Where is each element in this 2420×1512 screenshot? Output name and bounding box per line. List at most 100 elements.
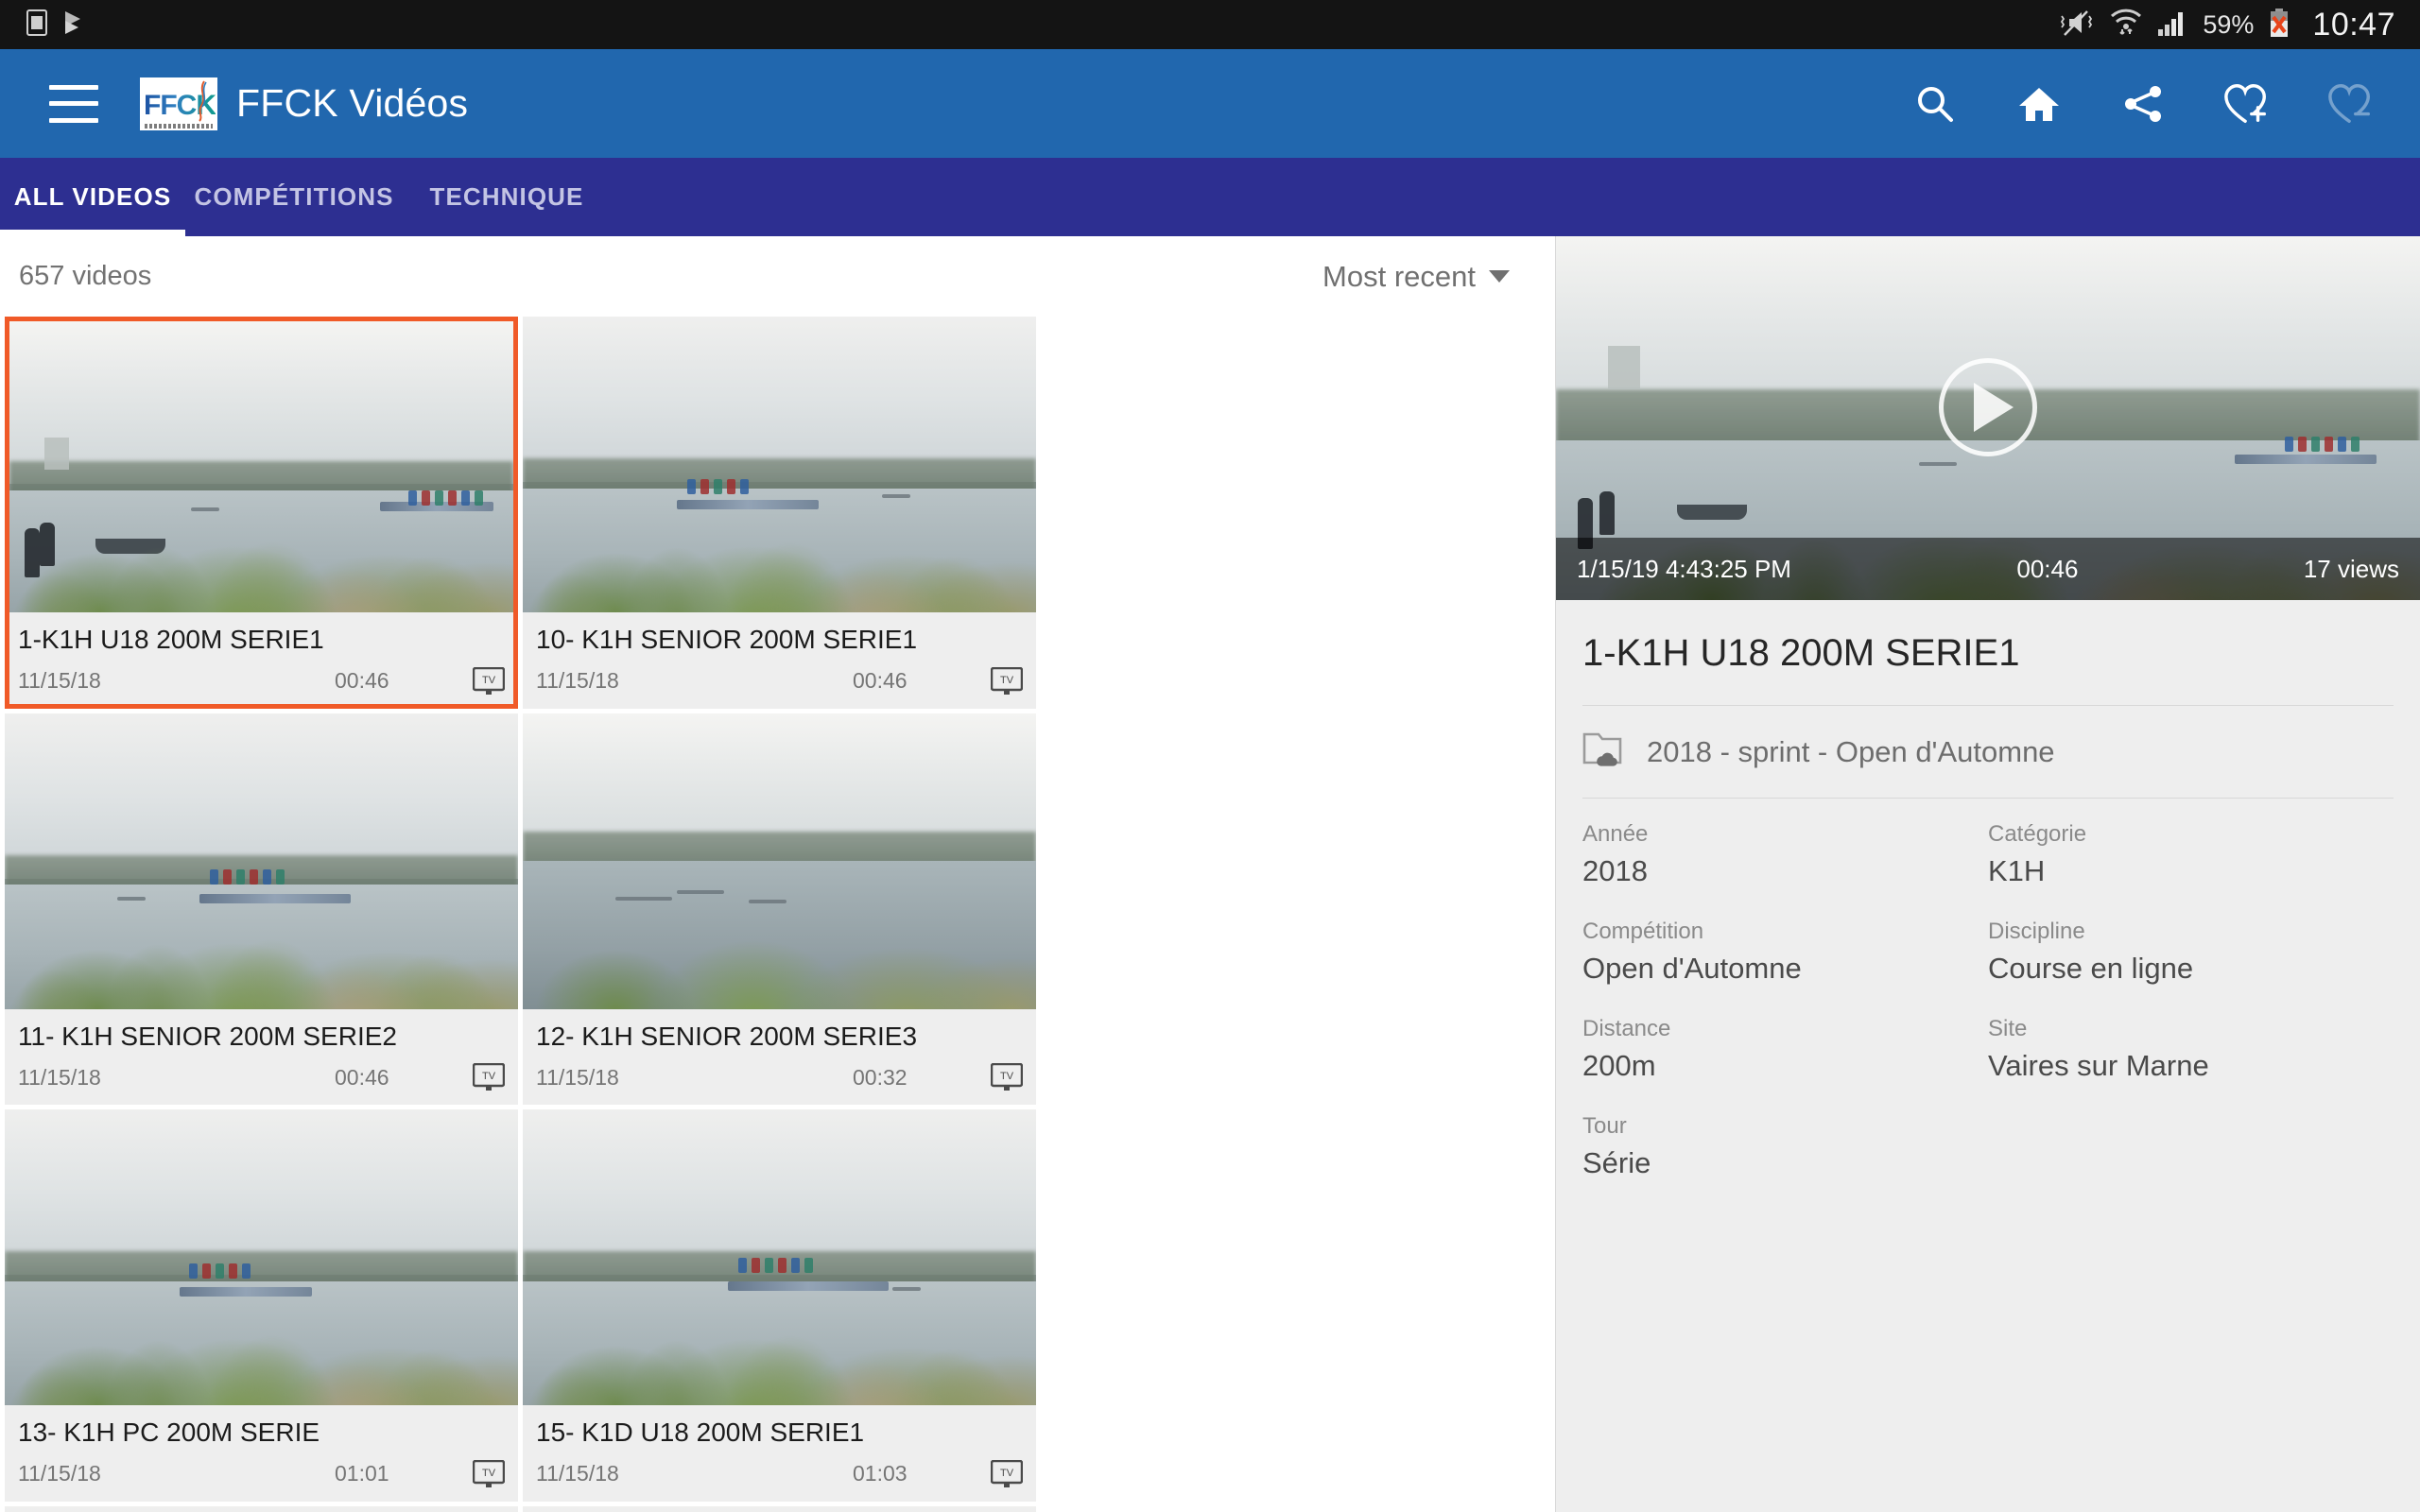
tab-all-videos[interactable]: ALL VIDEOS <box>0 158 185 236</box>
folder-path: 2018 - sprint - Open d'Automne <box>1647 734 2055 768</box>
video-duration: 01:03 <box>853 1461 908 1486</box>
svg-text:TV: TV <box>1000 1071 1014 1082</box>
video-title: 1-K1H U18 200M SERIE1 <box>18 625 324 654</box>
video-card[interactable]: 10- K1H SENIOR 200M SERIE1 11/15/18 00:4… <box>523 317 1036 709</box>
list-header: 657 videos Most recent <box>0 236 1555 317</box>
tv-icon: TV <box>472 666 506 696</box>
metadata-grid: Année 2018 Catégorie K1H Compétition Ope… <box>1556 799 2420 1211</box>
video-thumbnail[interactable] <box>9 321 513 612</box>
video-title: 15- K1D U18 200M SERIE1 <box>536 1418 865 1448</box>
ffck-logo-icon: FFCK <box>140 77 217 130</box>
status-bar-clock: 10:47 <box>2312 6 2395 43</box>
search-icon[interactable] <box>1911 80 1959 128</box>
sort-dropdown[interactable]: Most recent <box>1322 260 1527 294</box>
metadata-key: Discipline <box>1988 919 2085 944</box>
video-duration: 01:01 <box>335 1461 389 1486</box>
player-date: 1/15/19 4:43:25 PM <box>1577 554 1791 583</box>
video-title: 10- K1H SENIOR 200M SERIE1 <box>536 625 918 654</box>
video-thumbnail[interactable] <box>523 1109 1036 1406</box>
heart-minus-icon[interactable] <box>2327 80 2375 128</box>
svg-text:TV: TV <box>482 1468 496 1479</box>
video-title: 13- K1H PC 200M SERIE <box>18 1418 320 1448</box>
metadata-key: Année <box>1582 821 1649 847</box>
player-views: 17 views <box>2303 554 2399 583</box>
battery-percent: 59% <box>2203 9 2255 39</box>
metadata-value: Vaires sur Marne <box>1988 1049 2209 1082</box>
metadata-value: 200m <box>1582 1049 1656 1082</box>
video-thumbnail[interactable] <box>523 317 1036 612</box>
video-card[interactable]: 1-K1H U18 200M SERIE1 11/15/18 00:46 TV <box>5 317 518 709</box>
folder-breadcrumb[interactable]: 2018 - sprint - Open d'Automne <box>1556 706 2420 798</box>
play-button-icon[interactable] <box>1939 357 2037 456</box>
video-card-meta: 15- K1D U18 200M SERIE1 11/15/18 01:03 T… <box>523 1405 1036 1502</box>
video-thumbnail[interactable] <box>5 713 518 1009</box>
chevron-down-icon <box>1489 270 1510 283</box>
svg-text:TV: TV <box>482 1071 496 1082</box>
app-bar-actions <box>1911 80 2384 128</box>
share-icon[interactable] <box>2119 80 2167 128</box>
metadata-item-tour: Tour Série <box>1582 1113 1988 1180</box>
video-date: 11/15/18 <box>18 1064 101 1090</box>
video-duration: 00:46 <box>335 668 389 694</box>
video-date: 11/15/18 <box>18 668 101 694</box>
video-duration: 00:46 <box>853 668 908 694</box>
home-icon[interactable] <box>2015 80 2063 128</box>
video-card[interactable]: 12- K1H SENIOR 200M SERIE3 11/15/18 00:3… <box>523 713 1036 1106</box>
tv-icon: TV <box>472 1062 506 1091</box>
video-thumbnail[interactable] <box>523 713 1036 1009</box>
detail-title: 1-K1H U18 200M SERIE1 <box>1556 600 2420 705</box>
video-card[interactable]: 13- K1H PC 200M SERIE 11/15/18 01:01 TV <box>5 1109 518 1502</box>
status-bar-notifications <box>25 9 83 41</box>
metadata-key: Compétition <box>1582 919 1704 944</box>
metadata-item-site: Site Vaires sur Marne <box>1988 1016 2394 1083</box>
video-card[interactable]: 17- K1D U18 200M SERIE2 11/15/18 01:01 T… <box>5 1505 518 1512</box>
heart-plus-icon[interactable] <box>2223 80 2271 128</box>
battery-error-icon <box>2269 8 2290 43</box>
video-card[interactable]: 11- K1H SENIOR 200M SERIE2 11/15/18 00:4… <box>5 713 518 1106</box>
page-title: FFCK Vidéos <box>236 81 469 125</box>
tab-technique[interactable]: TECHNIQUE <box>403 158 611 236</box>
player-duration: 00:46 <box>2016 554 2079 583</box>
video-card[interactable]: 19- K1D U18 200M SERIE 5 11/15/18 00:58 … <box>523 1505 1036 1512</box>
tv-icon: TV <box>990 666 1024 696</box>
video-duration: 00:32 <box>853 1064 908 1090</box>
logo-swoosh-icon <box>199 79 207 122</box>
metadata-value: Série <box>1582 1146 1651 1179</box>
metadata-value: Course en ligne <box>1988 952 2194 985</box>
metadata-item-categorie: Catégorie K1H <box>1988 821 2394 888</box>
video-card-meta: 12- K1H SENIOR 200M SERIE3 11/15/18 00:3… <box>523 1008 1036 1106</box>
svg-text:TV: TV <box>1000 675 1014 686</box>
svg-text:TV: TV <box>1000 1468 1014 1479</box>
video-card-meta: 1-K1H U18 200M SERIE1 11/15/18 00:46 TV <box>5 612 518 709</box>
video-date: 11/15/18 <box>536 1064 619 1090</box>
metadata-key: Catégorie <box>1988 821 2087 847</box>
video-thumbnail[interactable] <box>5 1505 518 1512</box>
tv-icon: TV <box>472 1459 506 1488</box>
tab-competitions[interactable]: COMPÉTITIONS <box>185 158 403 236</box>
metadata-item-distance: Distance 200m <box>1582 1016 1988 1083</box>
svg-text:TV: TV <box>482 675 496 686</box>
metadata-item-competition: Compétition Open d'Automne <box>1582 919 1988 986</box>
video-grid: 1-K1H U18 200M SERIE1 11/15/18 00:46 TV <box>0 317 1555 1512</box>
video-title: 11- K1H SENIOR 200M SERIE2 <box>18 1021 397 1051</box>
metadata-value: 2018 <box>1582 854 1648 887</box>
metadata-value: Open d'Automne <box>1582 952 1802 985</box>
video-card-meta: 10- K1H SENIOR 200M SERIE1 11/15/18 00:4… <box>523 612 1036 709</box>
video-card[interactable]: 15- K1D U18 200M SERIE1 11/15/18 01:03 T… <box>523 1109 1036 1502</box>
video-date: 11/15/18 <box>18 1461 101 1486</box>
brand: FFCK FFCK Vidéos <box>140 77 468 130</box>
tv-icon: TV <box>990 1062 1024 1091</box>
video-card-meta: 13- K1H PC 200M SERIE 11/15/18 01:01 TV <box>5 1405 518 1502</box>
logo-subtitle <box>145 123 213 129</box>
metadata-key: Site <box>1988 1016 2028 1041</box>
vibrate-mute-icon <box>2057 9 2095 42</box>
video-player[interactable]: 1/15/19 4:43:25 PM 00:46 17 views <box>1556 236 2420 600</box>
screenshot-icon <box>25 9 49 41</box>
hamburger-menu-icon[interactable] <box>49 84 98 123</box>
status-bar-system-icons: 59% 10:47 <box>2057 7 2395 43</box>
app-bar: FFCK FFCK Vidéos <box>0 49 2420 158</box>
video-thumbnail[interactable] <box>5 1109 518 1406</box>
video-count: 657 videos <box>19 261 152 291</box>
video-thumbnail[interactable] <box>523 1505 1036 1512</box>
metadata-item-discipline: Discipline Course en ligne <box>1988 919 2394 986</box>
